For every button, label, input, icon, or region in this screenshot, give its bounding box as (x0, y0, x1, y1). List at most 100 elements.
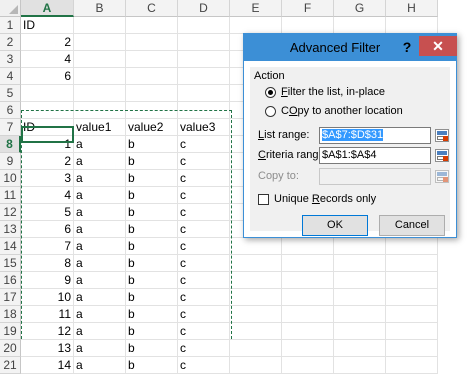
row-header-6[interactable]: 6 (0, 102, 21, 119)
cell-a5[interactable] (21, 85, 74, 102)
cell-f14[interactable] (282, 238, 334, 255)
cell-d5[interactable] (178, 85, 230, 102)
cell-b20[interactable]: a (74, 340, 126, 357)
cell-g16[interactable] (334, 272, 386, 289)
column-header-c[interactable]: C (126, 0, 178, 17)
collapse-dialog-icon[interactable] (435, 129, 449, 142)
radio-filter-in-place[interactable] (265, 87, 276, 98)
cell-d21[interactable]: c (178, 357, 230, 374)
row-header-15[interactable]: 15 (0, 255, 21, 272)
column-header-h[interactable]: H (386, 0, 438, 17)
row-header-3[interactable]: 3 (0, 51, 21, 68)
cell-b5[interactable] (74, 85, 126, 102)
column-header-a[interactable]: A (21, 0, 74, 17)
row-header-12[interactable]: 12 (0, 204, 21, 221)
cell-e20[interactable] (230, 340, 282, 357)
row-header-21[interactable]: 21 (0, 357, 21, 374)
row-header-20[interactable]: 20 (0, 340, 21, 357)
cell-e18[interactable] (230, 306, 282, 323)
cell-g21[interactable] (334, 357, 386, 374)
row-header-4[interactable]: 4 (0, 68, 21, 85)
cell-e17[interactable] (230, 289, 282, 306)
cell-a3[interactable]: 4 (21, 51, 74, 68)
row-header-16[interactable]: 16 (0, 272, 21, 289)
column-header-f[interactable]: F (282, 0, 334, 17)
select-all-corner[interactable] (0, 0, 21, 17)
dialog-titlebar[interactable]: Advanced Filter ? ✕ (244, 34, 457, 61)
radio-copy-to-location-label[interactable]: COpy to another location (281, 105, 403, 117)
cell-e1[interactable] (230, 17, 282, 34)
row-header-17[interactable]: 17 (0, 289, 21, 306)
cell-e19[interactable] (230, 323, 282, 340)
cell-a2[interactable]: 2 (21, 34, 74, 51)
cell-f16[interactable] (282, 272, 334, 289)
cell-h16[interactable] (386, 272, 438, 289)
help-button[interactable]: ? (398, 38, 416, 56)
row-header-10[interactable]: 10 (0, 170, 21, 187)
cell-d20[interactable]: c (178, 340, 230, 357)
cell-h15[interactable] (386, 255, 438, 272)
row-header-19[interactable]: 19 (0, 323, 21, 340)
row-header-13[interactable]: 13 (0, 221, 21, 238)
cell-h14[interactable] (386, 238, 438, 255)
cell-c3[interactable] (126, 51, 178, 68)
row-header-14[interactable]: 14 (0, 238, 21, 255)
unique-records-label[interactable]: Unique Records only (274, 193, 376, 205)
cell-d2[interactable] (178, 34, 230, 51)
copy-to-input[interactable] (319, 168, 431, 185)
row-header-8[interactable]: 8 (0, 136, 21, 153)
cell-c20[interactable]: b (126, 340, 178, 357)
radio-filter-in-place-label[interactable]: Filter the list, in-place (281, 86, 385, 98)
cell-e15[interactable] (230, 255, 282, 272)
criteria-range-input[interactable]: $A$1:$A$4 (319, 147, 431, 164)
active-cell[interactable] (21, 126, 74, 143)
cell-b2[interactable] (74, 34, 126, 51)
row-header-5[interactable]: 5 (0, 85, 21, 102)
cell-g1[interactable] (334, 17, 386, 34)
cell-h1[interactable] (386, 17, 438, 34)
cell-c2[interactable] (126, 34, 178, 51)
cell-g20[interactable] (334, 340, 386, 357)
cell-g17[interactable] (334, 289, 386, 306)
cell-h19[interactable] (386, 323, 438, 340)
column-header-g[interactable]: G (334, 0, 386, 17)
cell-c1[interactable] (126, 17, 178, 34)
cell-f18[interactable] (282, 306, 334, 323)
list-range-input[interactable]: $A$7:$D$31 (319, 127, 431, 144)
cell-f1[interactable] (282, 17, 334, 34)
cell-c21[interactable]: b (126, 357, 178, 374)
cell-g19[interactable] (334, 323, 386, 340)
row-header-1[interactable]: 1 (0, 17, 21, 34)
cell-b21[interactable]: a (74, 357, 126, 374)
cell-d1[interactable] (178, 17, 230, 34)
cell-d3[interactable] (178, 51, 230, 68)
cell-b3[interactable] (74, 51, 126, 68)
collapse-dialog-icon[interactable] (435, 170, 449, 183)
row-header-18[interactable]: 18 (0, 306, 21, 323)
cell-g15[interactable] (334, 255, 386, 272)
cell-e21[interactable] (230, 357, 282, 374)
column-header-e[interactable]: E (230, 0, 282, 17)
cell-g14[interactable] (334, 238, 386, 255)
row-header-2[interactable]: 2 (0, 34, 21, 51)
column-header-b[interactable]: B (74, 0, 126, 17)
cell-e14[interactable] (230, 238, 282, 255)
cell-a4[interactable]: 6 (21, 68, 74, 85)
cell-e16[interactable] (230, 272, 282, 289)
column-header-d[interactable]: D (178, 0, 230, 17)
cell-b1[interactable] (74, 17, 126, 34)
unique-records-checkbox[interactable] (258, 194, 269, 205)
cell-h17[interactable] (386, 289, 438, 306)
cell-f19[interactable] (282, 323, 334, 340)
cell-f20[interactable] (282, 340, 334, 357)
cell-b4[interactable] (74, 68, 126, 85)
cell-h18[interactable] (386, 306, 438, 323)
close-button[interactable]: ✕ (419, 36, 457, 56)
cell-h21[interactable] (386, 357, 438, 374)
cell-a21[interactable]: 14 (21, 357, 74, 374)
row-header-11[interactable]: 11 (0, 187, 21, 204)
cell-c4[interactable] (126, 68, 178, 85)
cell-f21[interactable] (282, 357, 334, 374)
cell-d4[interactable] (178, 68, 230, 85)
cell-f17[interactable] (282, 289, 334, 306)
